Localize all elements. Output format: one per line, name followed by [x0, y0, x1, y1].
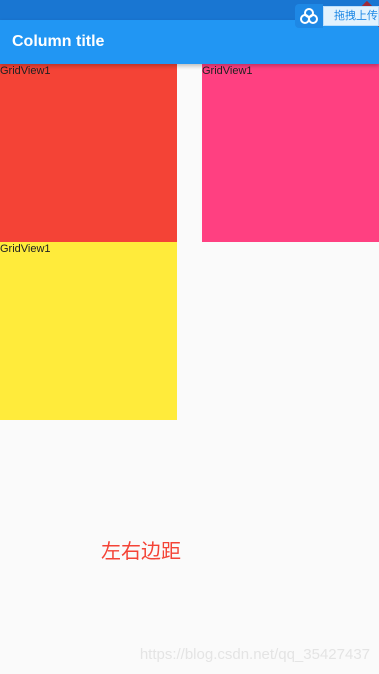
app-bar-title: Column title	[12, 33, 105, 50]
grid-tile-label: GridView1	[202, 65, 253, 77]
watermark-text: https://blog.csdn.net/qq_35427437	[139, 646, 370, 663]
grid-tile-label: GridView1	[0, 65, 51, 77]
app-screen: Column title 拖拽上传 GridView1 GridView1 Gr…	[0, 0, 379, 674]
grid-tile[interactable]: GridView1	[0, 64, 177, 242]
cloud-link-icon[interactable]	[295, 4, 323, 28]
grid-tile-label: GridView1	[0, 243, 51, 255]
upload-overlay-widget[interactable]: 拖拽上传	[295, 4, 379, 28]
upload-overlay-label[interactable]: 拖拽上传	[323, 6, 379, 26]
grid-tile[interactable]: GridView1	[202, 64, 379, 242]
margin-annotation: 左右边距	[101, 539, 181, 563]
grid-tile[interactable]: GridView1	[0, 242, 177, 420]
